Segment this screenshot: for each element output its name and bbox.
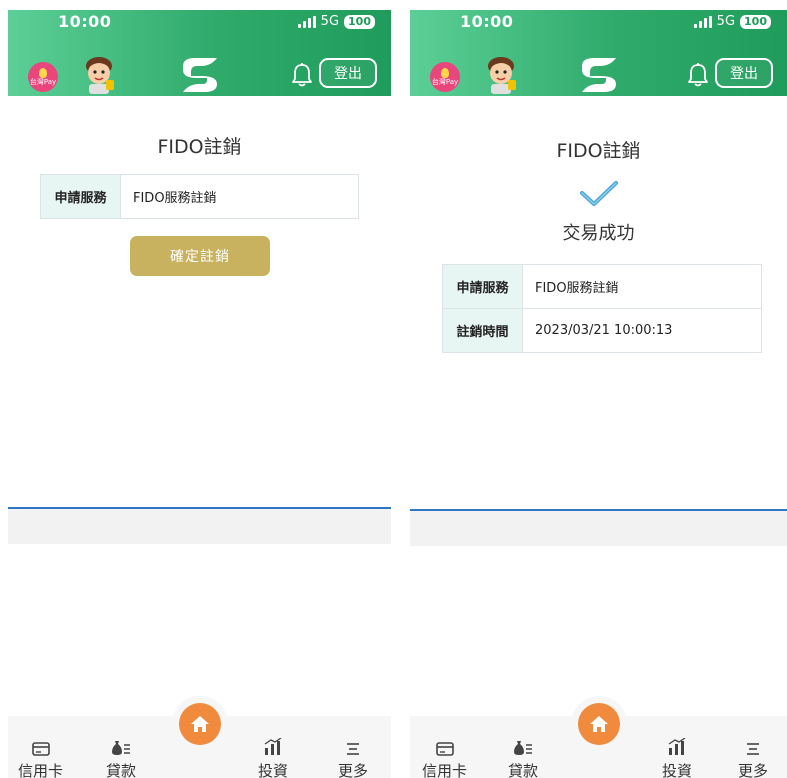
nav-invest[interactable]: 投資 (662, 738, 692, 778)
battery-icon: 100 (740, 14, 771, 29)
home-icon (577, 703, 620, 745)
home-icon (178, 703, 221, 745)
deregister-time-label: 註銷時間 (442, 308, 523, 353)
battery-icon: 100 (344, 14, 375, 29)
mascot-avatar-icon[interactable] (80, 54, 118, 94)
status-indicators: 5G 100 (297, 14, 375, 29)
table-row: 申請服務 FIDO服務註銷 (40, 174, 359, 219)
divider-band (410, 509, 787, 546)
nav-loan-label: 貸款 (106, 762, 137, 778)
checkmark-icon (579, 181, 618, 206)
signal-icon (693, 15, 712, 28)
nav-loan-label: 貸款 (508, 762, 539, 778)
service-value: FIDO服務註銷 (522, 264, 762, 309)
bell-icon[interactable] (291, 62, 313, 88)
nav-more-label: 更多 (338, 762, 369, 778)
result-info-table: 申請服務 FIDO服務註銷 註銷時間 2023/03/21 10:00:13 (442, 264, 762, 353)
nav-loan[interactable]: 貸款 (508, 738, 538, 778)
status-time: 10:00 (460, 12, 514, 31)
nav-invest[interactable]: 投資 (258, 738, 288, 778)
money-bag-icon (110, 738, 132, 756)
service-label: 申請服務 (442, 264, 523, 309)
screen-after: 10:00 5G 100 台灣Pay 登出 FIDO註銷 交易成功 申請服務 F… (410, 0, 787, 778)
nav-credit-card[interactable]: 信用卡 (18, 738, 63, 778)
nav-credit-card[interactable]: 信用卡 (422, 738, 467, 778)
menu-icon (745, 738, 761, 756)
signal-icon (297, 15, 316, 28)
confirm-deregister-button[interactable]: 確定註銷 (130, 236, 270, 276)
app-header: 10:00 5G 100 台灣Pay 登出 (410, 10, 787, 96)
network-type: 5G (716, 14, 736, 29)
nav-loan[interactable]: 貸款 (106, 738, 136, 778)
divider-band (8, 507, 391, 544)
nav-home-button[interactable] (171, 696, 228, 752)
chart-icon (667, 738, 687, 756)
service-info-table: 申請服務 FIDO服務註銷 (40, 174, 359, 219)
logout-button[interactable]: 登出 (319, 58, 377, 88)
bank-logo-icon (581, 58, 616, 92)
nav-credit-card-label: 信用卡 (18, 762, 64, 778)
bell-icon[interactable] (687, 62, 709, 88)
status-time: 10:00 (58, 12, 112, 31)
app-header: 10:00 5G 100 台灣Pay 登出 (8, 10, 391, 96)
taiwanpay-icon[interactable]: 台灣Pay (430, 62, 460, 92)
table-row: 註銷時間 2023/03/21 10:00:13 (442, 308, 762, 353)
nav-more[interactable]: 更多 (338, 738, 368, 778)
nav-invest-label: 投資 (662, 762, 693, 778)
money-bag-icon (512, 738, 534, 756)
taiwanpay-icon[interactable]: 台灣Pay (28, 62, 58, 92)
chart-icon (263, 738, 283, 756)
logout-button[interactable]: 登出 (715, 58, 773, 88)
network-type: 5G (320, 14, 340, 29)
service-value: FIDO服務註銷 (120, 174, 359, 219)
deregister-time-value: 2023/03/21 10:00:13 (522, 308, 762, 353)
screen-before: 10:00 5G 100 台灣Pay 登出 FIDO註銷 申請服務 FIDO服務… (8, 0, 391, 778)
nav-credit-card-label: 信用卡 (422, 762, 468, 778)
service-label: 申請服務 (40, 174, 121, 219)
nav-more-label: 更多 (738, 762, 769, 778)
menu-icon (345, 738, 361, 756)
page-title: FIDO註銷 (157, 136, 242, 158)
table-row: 申請服務 FIDO服務註銷 (442, 264, 762, 309)
nav-invest-label: 投資 (258, 762, 289, 778)
bank-logo-icon (182, 58, 217, 92)
bottom-nav: 信用卡 貸款 投資 更多 (8, 696, 391, 778)
status-indicators: 5G 100 (693, 14, 771, 29)
bottom-nav: 信用卡 貸款 投資 更多 (410, 696, 787, 778)
credit-card-icon (31, 738, 50, 756)
page-title: FIDO註銷 (556, 140, 641, 162)
nav-more[interactable]: 更多 (738, 738, 768, 778)
success-message: 交易成功 (562, 223, 635, 244)
nav-home-button[interactable] (570, 696, 627, 752)
credit-card-icon (435, 738, 454, 756)
mascot-avatar-icon[interactable] (482, 54, 520, 94)
